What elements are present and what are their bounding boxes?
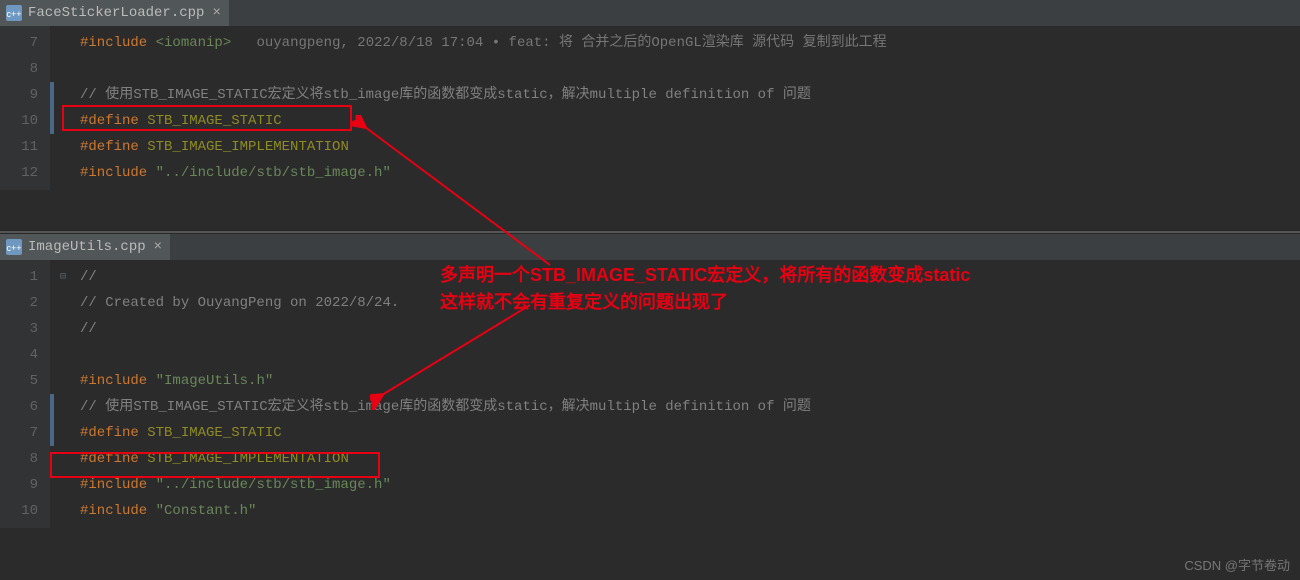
annotation-text: 多声明一个STB_IMAGE_STATIC宏定义，将所有的函数变成static … [440, 262, 970, 316]
line-number: 1 [0, 264, 38, 290]
svg-text:c++: c++ [6, 9, 21, 19]
code-line: #include "ImageUtils.h" [72, 368, 1300, 394]
cpp-file-icon: c++ [6, 5, 22, 21]
tab-face-sticker-loader[interactable]: c++ FaceStickerLoader.cpp × [0, 0, 229, 26]
line-number: 9 [0, 472, 38, 498]
line-number-gutter: 1 2 3 4 5 6 7 8 9 10 [0, 260, 50, 528]
line-number: 8 [0, 56, 38, 82]
code-line: #define STB_IMAGE_STATIC [72, 420, 1300, 446]
fold-column: ⊟ [54, 260, 72, 528]
svg-text:c++: c++ [6, 243, 21, 253]
line-number: 11 [0, 134, 38, 160]
code-area-top[interactable]: 7 8 9 10 11 12 #include <iomanip> ouyang… [0, 26, 1300, 190]
line-number: 5 [0, 368, 38, 394]
code-line: #define STB_IMAGE_IMPLEMENTATION [72, 446, 1300, 472]
cpp-file-icon: c++ [6, 239, 22, 255]
code-line: #include "Constant.h" [72, 498, 1300, 524]
code-line: #define STB_IMAGE_IMPLEMENTATION [72, 134, 1300, 160]
editor-pane-top: c++ FaceStickerLoader.cpp × 7 8 9 10 11 … [0, 0, 1300, 230]
line-number: 9 [0, 82, 38, 108]
line-number: 7 [0, 30, 38, 56]
line-number-gutter: 7 8 9 10 11 12 [0, 26, 50, 190]
tab-bar-top: c++ FaceStickerLoader.cpp × [0, 0, 1300, 26]
line-number: 6 [0, 394, 38, 420]
line-number: 10 [0, 108, 38, 134]
fold-column [54, 26, 72, 190]
close-tab-icon[interactable]: × [152, 239, 164, 255]
code-line: #define STB_IMAGE_STATIC [72, 108, 1300, 134]
line-number: 2 [0, 290, 38, 316]
tab-image-utils[interactable]: c++ ImageUtils.cpp × [0, 234, 170, 260]
code-line: #include "../include/stb/stb_image.h" [72, 472, 1300, 498]
code-content-top[interactable]: #include <iomanip> ouyangpeng, 2022/8/18… [72, 26, 1300, 190]
code-line: #include "../include/stb/stb_image.h" [72, 160, 1300, 186]
code-line: #include <iomanip> ouyangpeng, 2022/8/18… [72, 30, 1300, 56]
line-number: 3 [0, 316, 38, 342]
tab-label: FaceStickerLoader.cpp [28, 5, 204, 21]
vcs-annotation: ouyangpeng, 2022/8/18 17:04 • feat: 将 合并… [256, 35, 886, 51]
fold-toggle-icon[interactable]: ⊟ [54, 264, 72, 290]
tab-label: ImageUtils.cpp [28, 239, 146, 255]
watermark: CSDN @字节卷动 [1184, 555, 1290, 574]
line-number: 10 [0, 498, 38, 524]
line-number: 12 [0, 160, 38, 186]
code-line [72, 342, 1300, 368]
line-number: 8 [0, 446, 38, 472]
code-line: // [72, 316, 1300, 342]
tab-bar-bottom: c++ ImageUtils.cpp × [0, 234, 1300, 260]
line-number: 4 [0, 342, 38, 368]
code-line: // 使用STB_IMAGE_STATIC宏定义将stb_image库的函数都变… [72, 394, 1300, 420]
line-number: 7 [0, 420, 38, 446]
close-tab-icon[interactable]: × [210, 5, 222, 21]
code-line [72, 56, 1300, 82]
code-line: // 使用STB_IMAGE_STATIC宏定义将stb_image库的函数都变… [72, 82, 1300, 108]
